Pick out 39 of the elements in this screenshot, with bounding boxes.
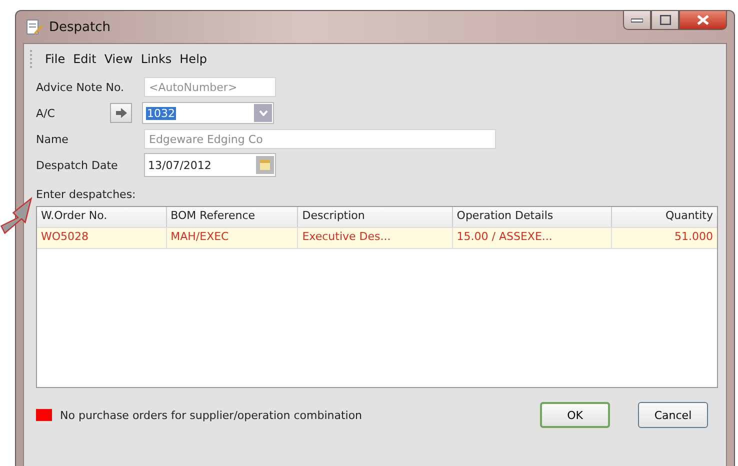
maximize-button[interactable] (651, 11, 679, 30)
menu-item[interactable]: Links (136, 52, 176, 66)
menu-item[interactable]: View (100, 52, 137, 66)
menu-item[interactable]: Help (176, 52, 212, 66)
calendar-icon (260, 160, 270, 170)
advice-note-field[interactable]: <AutoNumber> (144, 77, 276, 97)
column-header[interactable]: BOM Reference (166, 207, 298, 227)
table-caption: Enter despatches: (36, 188, 137, 203)
close-icon (697, 15, 709, 25)
chevron-down-icon (258, 110, 268, 116)
account-dropdown[interactable]: 1032 (142, 102, 274, 124)
field-label: Name (36, 132, 70, 146)
close-button[interactable] (679, 11, 727, 30)
maximize-icon (660, 15, 670, 25)
table-cell: MAH/EXEC (166, 228, 298, 248)
table-row[interactable]: WO5028 MAH/EXEC Executive Des... 15.00 / ASSEXE... 51.000 (37, 228, 717, 249)
cancel-button[interactable]: Cancel (638, 402, 708, 428)
column-header[interactable]: Operation Details (452, 207, 612, 227)
arrow-right-icon (116, 108, 126, 118)
field-label: Advice Note No. (36, 80, 125, 94)
column-header[interactable]: W.Order No. (37, 207, 167, 227)
table-cell-text: 51.000 (674, 229, 714, 245)
go-button[interactable] (110, 103, 132, 123)
notepad-icon (25, 18, 43, 36)
column-header[interactable]: Description (298, 207, 453, 227)
window-title: Despatch (49, 20, 110, 34)
minimize-icon (631, 17, 643, 23)
date-field[interactable]: 13/07/2012 (144, 153, 276, 177)
field-label: A/C (36, 106, 56, 120)
table-cell: Executive Des... (298, 228, 453, 248)
menu-item[interactable]: Edit (69, 52, 100, 66)
field-label: Despatch Date (36, 158, 119, 172)
table-cell: 15.00 / ASSEXE... (452, 228, 612, 248)
table-cell: WO5028 (37, 228, 167, 248)
legend-text: No purchase orders for supplier/operation combination (60, 408, 362, 422)
minimize-button[interactable] (623, 11, 651, 30)
ok-button[interactable]: OK (540, 402, 610, 428)
menu-item[interactable]: File (41, 52, 70, 66)
column-header[interactable]: Quantity (612, 207, 718, 227)
